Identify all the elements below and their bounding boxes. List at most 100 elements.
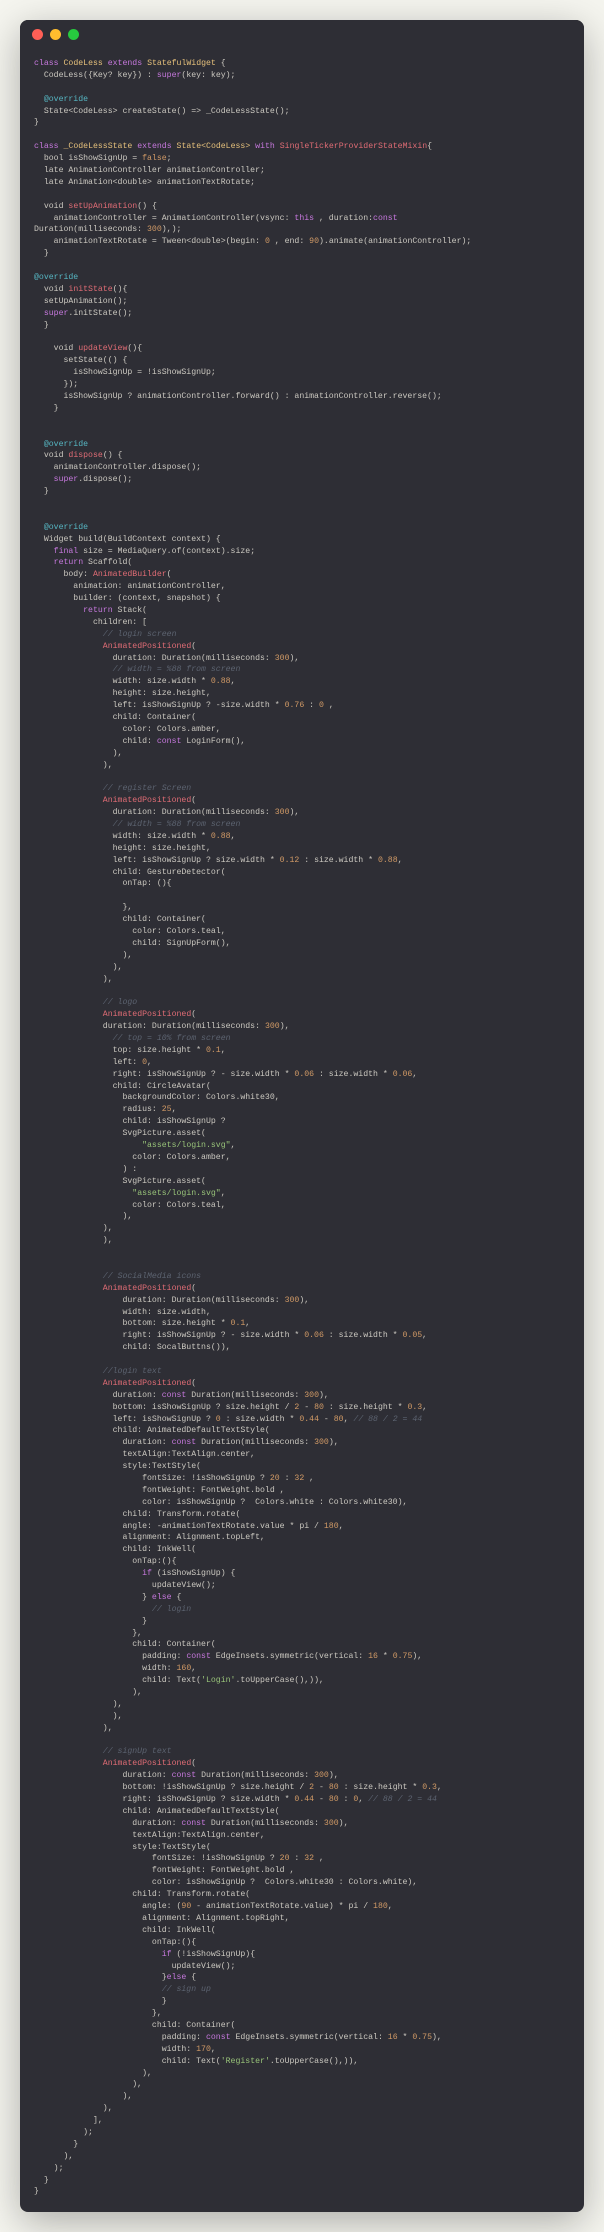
t: fontWeight: FontWeight.bold ,: [34, 1486, 285, 1495]
t: *: [378, 1652, 393, 1661]
num: 300: [314, 1771, 329, 1780]
kw: return: [83, 606, 112, 615]
maximize-icon[interactable]: [68, 29, 79, 40]
t: child: AnimatedDefaultTextStyle(: [34, 1426, 270, 1435]
num: 180: [324, 1522, 339, 1531]
t: {: [186, 1973, 196, 1982]
t: animationController = AnimationControlle…: [34, 214, 294, 223]
cmt: // 88 / 2 = 44: [368, 1795, 437, 1804]
t: alignment: Alignment.topLeft,: [34, 1533, 265, 1542]
kw: return: [54, 558, 83, 567]
minimize-icon[interactable]: [50, 29, 61, 40]
t: style:TextStyle(: [34, 1462, 201, 1471]
t: ,: [358, 1795, 368, 1804]
t: ,: [211, 2045, 216, 2054]
t: child: Text(: [34, 2057, 221, 2066]
t: ),: [34, 2092, 132, 2101]
t: ,: [422, 1331, 427, 1340]
num: 0.75: [412, 2033, 432, 2042]
t: (: [191, 1010, 196, 1019]
t: void: [34, 344, 78, 353]
t: style:TextStyle(: [34, 1843, 211, 1852]
t: bool isShowSignUp =: [34, 154, 142, 163]
t: :: [339, 1795, 354, 1804]
t: }: [34, 1617, 147, 1626]
t: duration: Duration(milliseconds:: [34, 808, 275, 817]
t: }: [34, 1973, 167, 1982]
t: width:: [34, 1664, 177, 1673]
num: 300: [304, 1391, 319, 1400]
t: children: [: [34, 618, 147, 627]
t: Duration(milliseconds:: [196, 1771, 314, 1780]
t: ),: [290, 808, 300, 817]
t: , duration:: [314, 214, 373, 223]
t: textAlign:TextAlign.center,: [34, 1450, 255, 1459]
num: 20: [270, 1474, 280, 1483]
t: : size.height *: [339, 1783, 423, 1792]
t: child: Transform.rotate(: [34, 1510, 240, 1519]
titlebar: [20, 20, 584, 48]
t: *: [398, 2033, 413, 2042]
t: [34, 1189, 132, 1198]
num: 300: [147, 225, 162, 234]
t: [34, 558, 54, 567]
t: padding:: [34, 2033, 206, 2042]
t: child: Container(: [34, 1640, 216, 1649]
t: }: [34, 404, 59, 413]
t: : size.width *: [221, 1415, 300, 1424]
kw: this: [294, 214, 314, 223]
t: , end:: [270, 237, 309, 246]
t: -: [314, 1795, 329, 1804]
kw: else: [152, 1593, 172, 1602]
t: SvgPicture.asset(: [34, 1177, 206, 1186]
ann: @override: [34, 95, 88, 104]
t: duration: Duration(milliseconds:: [34, 1296, 285, 1305]
fn: setUpAnimation: [68, 202, 137, 211]
num: 0.12: [280, 856, 300, 865]
t: ),: [34, 2080, 142, 2089]
num: 160: [177, 1664, 192, 1673]
t: height: size.height,: [34, 689, 211, 698]
cmt: // login: [34, 1605, 191, 1614]
t: fontSize: !isShowSignUp ?: [34, 1854, 280, 1863]
t: onTap:(){: [34, 1557, 177, 1566]
t: - animationTextRotate.value) * pi /: [191, 1902, 373, 1911]
num: 0.75: [393, 1652, 413, 1661]
t: ,: [339, 1522, 344, 1531]
t: duration: Duration(milliseconds:: [34, 654, 275, 663]
t: left: isShowSignUp ? size.width *: [34, 856, 280, 865]
t: isShowSignUp = !isShowSignUp;: [34, 368, 216, 377]
t: ,: [231, 1141, 236, 1150]
widget: AnimatedPositioned: [103, 796, 191, 805]
t: onTap: (){: [34, 879, 172, 888]
t: setUpAnimation();: [34, 297, 127, 306]
num: 80: [329, 1783, 339, 1792]
t: child: GestureDetector(: [34, 868, 226, 877]
t: color: Colors.teal,: [34, 1201, 226, 1210]
num: 300: [275, 654, 290, 663]
t: Duration(milliseconds:: [34, 225, 147, 234]
t: updateView();: [34, 1581, 216, 1590]
t: :: [290, 1854, 305, 1863]
t: [34, 1141, 142, 1150]
t: : size.width *: [314, 1070, 393, 1079]
t: () {: [103, 451, 123, 460]
t: ),: [34, 951, 132, 960]
t: -: [299, 1403, 314, 1412]
t: color: isShowSignUp ? Colors.white : Col…: [34, 1498, 407, 1507]
t: ),: [290, 654, 300, 663]
t: duration:: [34, 1819, 181, 1828]
t: LoginForm(),: [181, 737, 245, 746]
close-icon[interactable]: [32, 29, 43, 40]
t: ),: [34, 2069, 152, 2078]
t: ,: [231, 832, 236, 841]
t: ),: [34, 749, 122, 758]
num: 80: [314, 1403, 324, 1412]
t: [34, 1010, 103, 1019]
t: (: [191, 1759, 196, 1768]
t: angle: (: [34, 1902, 181, 1911]
t: duration:: [34, 1391, 162, 1400]
t: Duration(milliseconds:: [206, 1819, 324, 1828]
t: radius:: [34, 1105, 162, 1114]
t: ),);: [162, 225, 182, 234]
